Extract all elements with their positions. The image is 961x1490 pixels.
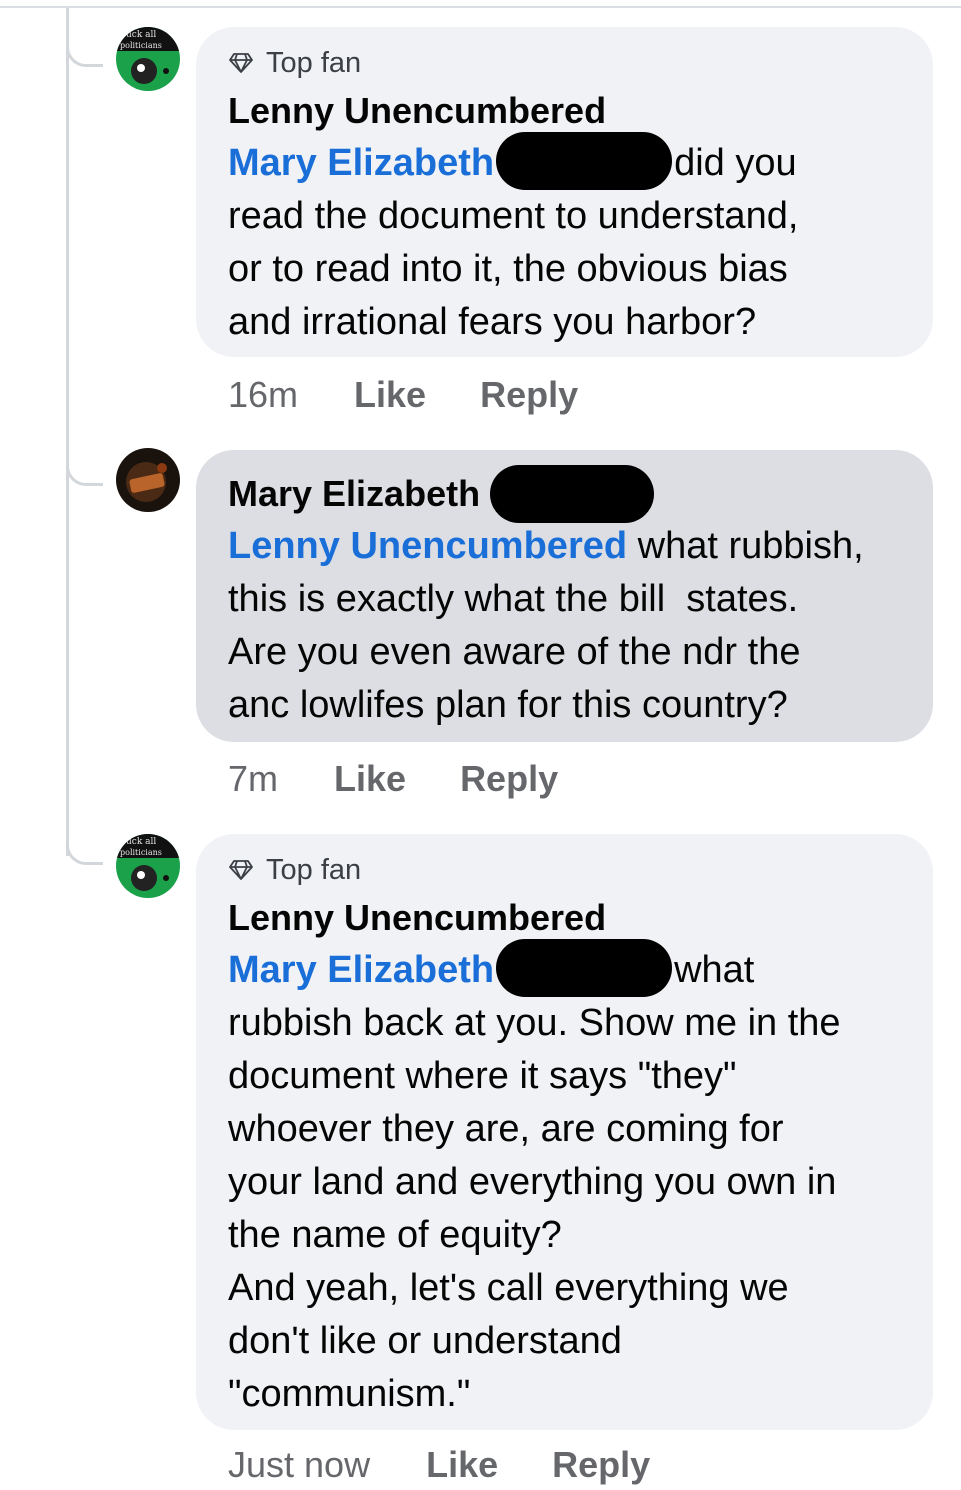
mention-link[interactable]: Lenny Unencumbered: [228, 525, 627, 567]
comment-actions: 7m Like Reply: [228, 754, 558, 804]
comment-actions: 16m Like Reply: [228, 370, 578, 420]
comment-text-rest: rubbish back at you. Show me in the docu…: [228, 1002, 841, 1415]
comment-author-row: Mary Elizabeth: [228, 465, 903, 523]
top-fan-badge: Top fan: [228, 848, 903, 892]
avatar-image: [116, 448, 180, 512]
comment-bubble[interactable]: Top fan Lenny Unencumbered Mary Elizabet…: [196, 834, 933, 1430]
reply-button[interactable]: Reply: [460, 758, 558, 800]
avatar[interactable]: [116, 448, 180, 512]
avatar-text: uck all: [126, 837, 156, 847]
mention-link[interactable]: Mary Elizabeth: [228, 142, 494, 184]
like-button[interactable]: Like: [426, 1444, 498, 1486]
comment-bubble[interactable]: Top fan Lenny Unencumbered Mary Elizabet…: [196, 27, 933, 357]
thread-connector: [66, 832, 103, 865]
top-divider: [0, 0, 961, 8]
comment-text-rest: read the document to understand, or to r…: [228, 195, 799, 343]
diamond-icon: [229, 53, 253, 73]
badge-label: Top fan: [266, 853, 362, 886]
comment-text: Mary Elizabeth did you read the document …: [228, 131, 903, 349]
badge-label: Top fan: [266, 46, 362, 79]
redaction: [490, 465, 655, 523]
avatar[interactable]: uck all politicians: [116, 27, 180, 91]
comment-timestamp: 7m: [228, 758, 279, 799]
avatar-image: uck all politicians: [116, 834, 180, 898]
avatar-text: politicians: [120, 41, 162, 50]
comment-author[interactable]: Mary Elizabeth: [228, 468, 480, 520]
thread-connector: [66, 453, 103, 486]
comment-text: Mary Elizabeth what rubbish back at you. …: [228, 938, 903, 1421]
comment-text-rest: this is exactly what the bill states. Ar…: [228, 578, 801, 726]
comment-text-first: what: [674, 949, 755, 991]
redaction: [496, 938, 673, 997]
like-button[interactable]: Like: [334, 758, 406, 800]
comment-timestamp: Just now: [228, 1444, 371, 1485]
reply-button[interactable]: Reply: [552, 1444, 650, 1486]
diamond-icon: [229, 860, 253, 880]
comment-actions: Just now Like Reply: [228, 1440, 650, 1490]
comment-text-first: what rubbish,: [627, 525, 864, 567]
avatar-image: uck all politicians: [116, 27, 180, 91]
thread-connector: [66, 34, 103, 67]
comment-author[interactable]: Lenny Unencumbered: [228, 85, 903, 137]
comment-author[interactable]: Lenny Unencumbered: [228, 892, 903, 944]
avatar-text: politicians: [120, 848, 162, 857]
avatar-text: uck all: [126, 30, 156, 40]
mention-link[interactable]: Mary Elizabeth: [228, 949, 494, 991]
reply-button[interactable]: Reply: [480, 374, 578, 416]
like-button[interactable]: Like: [354, 374, 426, 416]
top-fan-badge: Top fan: [228, 41, 903, 85]
comment-text-first: did you: [674, 142, 797, 184]
redaction: [496, 131, 673, 190]
comment-timestamp: 16m: [228, 374, 299, 415]
thread-line: [66, 8, 69, 856]
comment-text: Lenny Unencumbered what rubbish, this is…: [228, 520, 903, 732]
avatar[interactable]: uck all politicians: [116, 834, 180, 898]
comment-bubble[interactable]: Mary Elizabeth Lenny Unencumbered what r…: [196, 450, 933, 742]
